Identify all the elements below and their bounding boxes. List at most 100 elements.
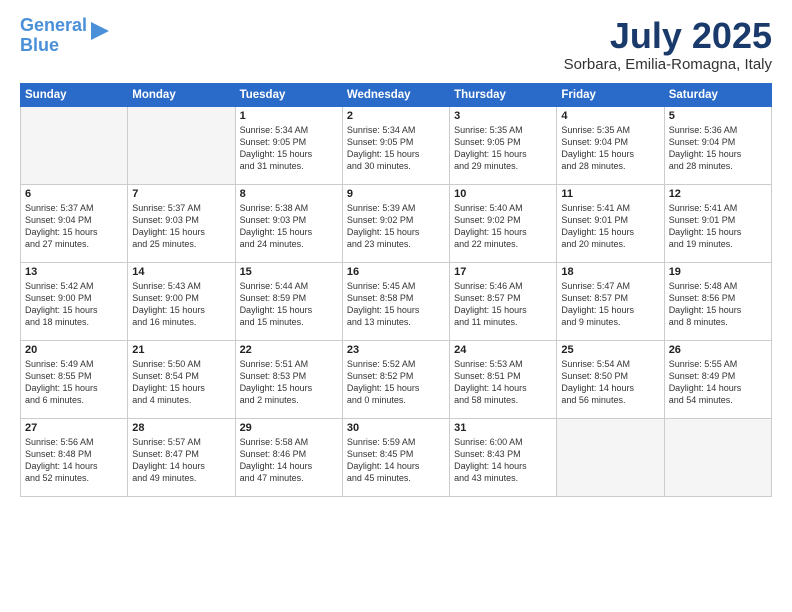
calendar-cell: 5 Sunrise: 5:36 AM Sunset: 9:04 PM Daylig… bbox=[664, 106, 771, 184]
calendar-cell: 1 Sunrise: 5:34 AM Sunset: 9:05 PM Daylig… bbox=[235, 106, 342, 184]
logo-line2: Blue bbox=[20, 35, 59, 55]
day-info: Sunrise: 5:44 AM Sunset: 8:59 PM Dayligh… bbox=[240, 280, 338, 329]
location-title: Sorbara, Emilia-Romagna, Italy bbox=[564, 56, 772, 73]
calendar-week-1: 1 Sunrise: 5:34 AM Sunset: 9:05 PM Daylig… bbox=[21, 106, 772, 184]
calendar-week-4: 20 Sunrise: 5:49 AM Sunset: 8:55 PM Dayli… bbox=[21, 340, 772, 418]
day-info: Sunrise: 5:35 AM Sunset: 9:05 PM Dayligh… bbox=[454, 124, 552, 173]
page: General Blue July 2025 Sorbara, Emilia-R… bbox=[0, 0, 792, 612]
day-number: 21 bbox=[132, 344, 230, 356]
day-number: 5 bbox=[669, 110, 767, 122]
calendar-cell: 20 Sunrise: 5:49 AM Sunset: 8:55 PM Dayli… bbox=[21, 340, 128, 418]
day-number: 16 bbox=[347, 266, 445, 278]
logo-icon bbox=[91, 22, 109, 40]
day-number: 26 bbox=[669, 344, 767, 356]
day-info: Sunrise: 5:52 AM Sunset: 8:52 PM Dayligh… bbox=[347, 358, 445, 407]
day-info: Sunrise: 5:37 AM Sunset: 9:03 PM Dayligh… bbox=[132, 202, 230, 251]
day-number: 1 bbox=[240, 110, 338, 122]
day-info: Sunrise: 5:51 AM Sunset: 8:53 PM Dayligh… bbox=[240, 358, 338, 407]
calendar-cell bbox=[557, 418, 664, 496]
calendar-week-5: 27Sunrise: 5:56 AM Sunset: 8:48 PM Dayli… bbox=[21, 418, 772, 496]
logo: General Blue bbox=[20, 16, 109, 56]
calendar-cell: 26 Sunrise: 5:55 AM Sunset: 8:49 PM Dayli… bbox=[664, 340, 771, 418]
day-info: Sunrise: 5:48 AM Sunset: 8:56 PM Dayligh… bbox=[669, 280, 767, 329]
day-info: Sunrise: 5:47 AM Sunset: 8:57 PM Dayligh… bbox=[561, 280, 659, 329]
day-info: Sunrise: 5:36 AM Sunset: 9:04 PM Dayligh… bbox=[669, 124, 767, 173]
header-friday: Friday bbox=[557, 83, 664, 106]
calendar-cell: 31Sunrise: 6:00 AM Sunset: 8:43 PM Dayli… bbox=[450, 418, 557, 496]
day-info: Sunrise: 5:46 AM Sunset: 8:57 PM Dayligh… bbox=[454, 280, 552, 329]
day-number: 2 bbox=[347, 110, 445, 122]
day-info: Sunrise: 5:34 AM Sunset: 9:05 PM Dayligh… bbox=[240, 124, 338, 173]
day-number: 11 bbox=[561, 188, 659, 200]
calendar-cell: 13 Sunrise: 5:42 AM Sunset: 9:00 PM Dayli… bbox=[21, 262, 128, 340]
day-number: 3 bbox=[454, 110, 552, 122]
calendar-header-row: Sunday Monday Tuesday Wednesday Thursday… bbox=[21, 83, 772, 106]
header-sunday: Sunday bbox=[21, 83, 128, 106]
day-number: 13 bbox=[25, 266, 123, 278]
header-tuesday: Tuesday bbox=[235, 83, 342, 106]
day-number: 29 bbox=[240, 422, 338, 434]
day-info: Sunrise: 5:34 AM Sunset: 9:05 PM Dayligh… bbox=[347, 124, 445, 173]
day-info: Sunrise: 5:49 AM Sunset: 8:55 PM Dayligh… bbox=[25, 358, 123, 407]
day-info: Sunrise: 5:37 AM Sunset: 9:04 PM Dayligh… bbox=[25, 202, 123, 251]
day-number: 30 bbox=[347, 422, 445, 434]
day-number: 20 bbox=[25, 344, 123, 356]
day-number: 18 bbox=[561, 266, 659, 278]
header-saturday: Saturday bbox=[664, 83, 771, 106]
day-number: 22 bbox=[240, 344, 338, 356]
logo-line1: General bbox=[20, 15, 87, 35]
calendar-cell: 3 Sunrise: 5:35 AM Sunset: 9:05 PM Daylig… bbox=[450, 106, 557, 184]
day-info: Sunrise: 5:39 AM Sunset: 9:02 PM Dayligh… bbox=[347, 202, 445, 251]
calendar-cell bbox=[664, 418, 771, 496]
calendar-cell: 7 Sunrise: 5:37 AM Sunset: 9:03 PM Daylig… bbox=[128, 184, 235, 262]
calendar-cell: 15Sunrise: 5:44 AM Sunset: 8:59 PM Dayli… bbox=[235, 262, 342, 340]
calendar-cell: 30 Sunrise: 5:59 AM Sunset: 8:45 PM Dayli… bbox=[342, 418, 449, 496]
day-info: Sunrise: 5:42 AM Sunset: 9:00 PM Dayligh… bbox=[25, 280, 123, 329]
calendar-cell: 19Sunrise: 5:48 AM Sunset: 8:56 PM Dayli… bbox=[664, 262, 771, 340]
header-thursday: Thursday bbox=[450, 83, 557, 106]
calendar-table: Sunday Monday Tuesday Wednesday Thursday… bbox=[20, 83, 772, 497]
calendar-cell: 9 Sunrise: 5:39 AM Sunset: 9:02 PM Daylig… bbox=[342, 184, 449, 262]
calendar-cell: 2 Sunrise: 5:34 AM Sunset: 9:05 PM Daylig… bbox=[342, 106, 449, 184]
day-number: 31 bbox=[454, 422, 552, 434]
header: General Blue July 2025 Sorbara, Emilia-R… bbox=[20, 16, 772, 73]
day-number: 14 bbox=[132, 266, 230, 278]
calendar-cell: 21 Sunrise: 5:50 AM Sunset: 8:54 PM Dayli… bbox=[128, 340, 235, 418]
title-block: July 2025 Sorbara, Emilia-Romagna, Italy bbox=[564, 16, 772, 73]
day-number: 6 bbox=[25, 188, 123, 200]
header-monday: Monday bbox=[128, 83, 235, 106]
day-number: 10 bbox=[454, 188, 552, 200]
calendar-cell: 10Sunrise: 5:40 AM Sunset: 9:02 PM Dayli… bbox=[450, 184, 557, 262]
calendar-week-3: 13 Sunrise: 5:42 AM Sunset: 9:00 PM Dayli… bbox=[21, 262, 772, 340]
day-info: Sunrise: 5:54 AM Sunset: 8:50 PM Dayligh… bbox=[561, 358, 659, 407]
calendar-cell: 18 Sunrise: 5:47 AM Sunset: 8:57 PM Dayli… bbox=[557, 262, 664, 340]
calendar-cell: 25Sunrise: 5:54 AM Sunset: 8:50 PM Dayli… bbox=[557, 340, 664, 418]
calendar-cell bbox=[128, 106, 235, 184]
day-info: Sunrise: 5:50 AM Sunset: 8:54 PM Dayligh… bbox=[132, 358, 230, 407]
logo-text: General Blue bbox=[20, 16, 87, 56]
calendar-cell: 16Sunrise: 5:45 AM Sunset: 8:58 PM Dayli… bbox=[342, 262, 449, 340]
day-number: 7 bbox=[132, 188, 230, 200]
day-number: 12 bbox=[669, 188, 767, 200]
day-info: Sunrise: 5:55 AM Sunset: 8:49 PM Dayligh… bbox=[669, 358, 767, 407]
day-info: Sunrise: 5:38 AM Sunset: 9:03 PM Dayligh… bbox=[240, 202, 338, 251]
calendar-cell: 4Sunrise: 5:35 AM Sunset: 9:04 PM Daylig… bbox=[557, 106, 664, 184]
calendar-cell: 24Sunrise: 5:53 AM Sunset: 8:51 PM Dayli… bbox=[450, 340, 557, 418]
day-number: 23 bbox=[347, 344, 445, 356]
calendar-cell: 28 Sunrise: 5:57 AM Sunset: 8:47 PM Dayli… bbox=[128, 418, 235, 496]
day-number: 8 bbox=[240, 188, 338, 200]
day-info: Sunrise: 5:41 AM Sunset: 9:01 PM Dayligh… bbox=[669, 202, 767, 251]
day-info: Sunrise: 5:57 AM Sunset: 8:47 PM Dayligh… bbox=[132, 436, 230, 485]
day-number: 9 bbox=[347, 188, 445, 200]
day-number: 28 bbox=[132, 422, 230, 434]
calendar-cell bbox=[21, 106, 128, 184]
day-info: Sunrise: 5:59 AM Sunset: 8:45 PM Dayligh… bbox=[347, 436, 445, 485]
day-info: Sunrise: 5:58 AM Sunset: 8:46 PM Dayligh… bbox=[240, 436, 338, 485]
day-number: 24 bbox=[454, 344, 552, 356]
day-number: 4 bbox=[561, 110, 659, 122]
calendar-cell: 22 Sunrise: 5:51 AM Sunset: 8:53 PM Dayli… bbox=[235, 340, 342, 418]
calendar-cell: 8 Sunrise: 5:38 AM Sunset: 9:03 PM Daylig… bbox=[235, 184, 342, 262]
day-info: Sunrise: 5:41 AM Sunset: 9:01 PM Dayligh… bbox=[561, 202, 659, 251]
calendar-cell: 12 Sunrise: 5:41 AM Sunset: 9:01 PM Dayli… bbox=[664, 184, 771, 262]
day-info: Sunrise: 5:43 AM Sunset: 9:00 PM Dayligh… bbox=[132, 280, 230, 329]
